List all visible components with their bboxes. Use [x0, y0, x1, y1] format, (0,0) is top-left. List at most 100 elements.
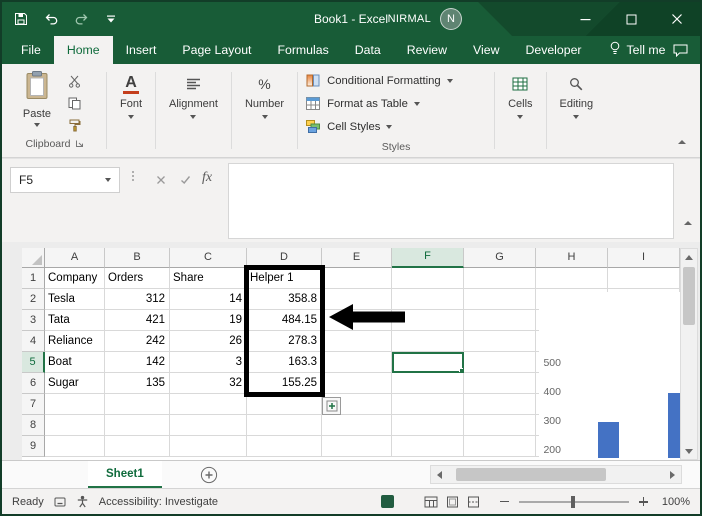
cell-C6[interactable]: 32 [170, 373, 247, 394]
chart-bar[interactable] [668, 393, 680, 458]
accessibility-status[interactable]: Accessibility: Investigate [99, 496, 218, 508]
group-number[interactable]: %Number [234, 64, 295, 157]
cell-G8[interactable] [464, 415, 536, 436]
zoom-slider[interactable] [519, 501, 629, 503]
row-header-1[interactable]: 1 [22, 268, 45, 289]
cell-C3[interactable]: 19 [170, 310, 247, 331]
cell-F8[interactable] [392, 415, 464, 436]
zoom-slider-thumb[interactable] [571, 496, 575, 508]
row-header-5[interactable]: 5 [22, 352, 45, 373]
normal-view-icon[interactable] [424, 496, 438, 508]
row-header-4[interactable]: 4 [22, 331, 45, 352]
cell-D3[interactable]: 484.15 [247, 310, 322, 331]
vertical-scroll-thumb[interactable] [683, 267, 695, 325]
column-header-I[interactable]: I [608, 248, 680, 268]
row-header-9[interactable]: 9 [22, 436, 45, 457]
ribbon-tab-page-layout[interactable]: Page Layout [169, 36, 264, 64]
row-header-7[interactable]: 7 [22, 394, 45, 415]
sheet-tab-sheet1[interactable]: Sheet1 [88, 461, 162, 488]
embedded-chart-fragment[interactable]: 500400300200 [539, 292, 680, 458]
autofill-options-button[interactable] [322, 397, 341, 415]
cell-C4[interactable]: 26 [170, 331, 247, 352]
cell-A9[interactable] [45, 436, 105, 457]
maximize-button[interactable] [608, 2, 654, 36]
paste-button[interactable]: Paste [14, 70, 60, 127]
ribbon-tab-developer[interactable]: Developer [512, 36, 594, 64]
insert-function-button[interactable]: fx [202, 170, 212, 186]
cell-E6[interactable] [322, 373, 392, 394]
cell-B8[interactable] [105, 415, 170, 436]
column-header-B[interactable]: B [105, 248, 170, 268]
ribbon-tab-formulas[interactable]: Formulas [264, 36, 341, 64]
zoom-out-button[interactable] [500, 501, 509, 503]
cell-D2[interactable]: 358.8 [247, 289, 322, 310]
cell-F1[interactable] [392, 268, 464, 289]
avatar[interactable]: N [440, 8, 462, 30]
group-alignment[interactable]: Alignment [158, 64, 229, 157]
cell-B9[interactable] [105, 436, 170, 457]
cell-A1[interactable]: Company [45, 268, 105, 289]
enter-entry-button[interactable] [176, 171, 194, 189]
page-layout-view-icon[interactable] [446, 496, 459, 508]
column-header-C[interactable]: C [170, 248, 247, 268]
cell-F5[interactable] [392, 352, 464, 373]
column-header-F[interactable]: F [392, 248, 464, 268]
cell-C9[interactable] [170, 436, 247, 457]
cell-F6[interactable] [392, 373, 464, 394]
cell-B6[interactable]: 135 [105, 373, 170, 394]
name-box[interactable]: F5 [10, 167, 120, 193]
select-all-button[interactable] [22, 248, 45, 268]
cell-A4[interactable]: Reliance [45, 331, 105, 352]
zoom-in-button[interactable] [639, 497, 648, 506]
chart-bar[interactable] [598, 422, 619, 458]
undo-icon[interactable] [42, 9, 60, 29]
cell-G5[interactable] [464, 352, 536, 373]
scroll-left-button[interactable] [431, 466, 448, 483]
cell-E1[interactable] [322, 268, 392, 289]
ribbon-tab-insert[interactable]: Insert [113, 36, 170, 64]
cell-B3[interactable]: 421 [105, 310, 170, 331]
ribbon-tab-file[interactable]: File [8, 36, 54, 64]
accessibility-icon[interactable] [76, 495, 89, 508]
cell-H1[interactable] [536, 268, 608, 289]
collapse-formula-bar-button[interactable] [684, 212, 692, 230]
row-header-8[interactable]: 8 [22, 415, 45, 436]
cell-C2[interactable]: 14 [170, 289, 247, 310]
horizontal-scroll-thumb[interactable] [456, 468, 606, 481]
cell-G4[interactable] [464, 331, 536, 352]
format-painter-button[interactable] [66, 118, 82, 132]
cell-G6[interactable] [464, 373, 536, 394]
cell-G9[interactable] [464, 436, 536, 457]
column-header-D[interactable]: D [247, 248, 322, 268]
cell-D1[interactable]: Helper 1 [247, 268, 322, 289]
cell-C1[interactable]: Share [170, 268, 247, 289]
column-header-G[interactable]: G [464, 248, 536, 268]
cell-E9[interactable] [322, 436, 392, 457]
cell-F9[interactable] [392, 436, 464, 457]
cell-styles-button[interactable]: Cell Styles [300, 115, 492, 138]
cell-C8[interactable] [170, 415, 247, 436]
clipboard-dialog-launcher-icon[interactable] [75, 135, 84, 153]
cell-A3[interactable]: Tata [45, 310, 105, 331]
tell-me-button[interactable]: Tell me [609, 36, 666, 64]
cell-D9[interactable] [247, 436, 322, 457]
cell-B1[interactable]: Orders [105, 268, 170, 289]
add-sheet-button[interactable] [200, 461, 218, 488]
cell-G7[interactable] [464, 394, 536, 415]
cell-B4[interactable]: 242 [105, 331, 170, 352]
column-header-A[interactable]: A [45, 248, 105, 268]
group-font[interactable]: AFont [109, 64, 153, 157]
save-icon[interactable] [12, 9, 30, 29]
comment-icon[interactable] [673, 36, 688, 64]
cell-F7[interactable] [392, 394, 464, 415]
minimize-button[interactable] [562, 2, 608, 36]
cell-E5[interactable] [322, 352, 392, 373]
row-header-6[interactable]: 6 [22, 373, 45, 394]
group-cells[interactable]: Cells [497, 64, 543, 157]
cell-A7[interactable] [45, 394, 105, 415]
customize-quick-access-icon[interactable] [102, 9, 120, 29]
cancel-entry-button[interactable] [152, 171, 170, 189]
status-mode[interactable]: Ready [12, 496, 44, 508]
group-editing[interactable]: Editing [549, 64, 605, 157]
ribbon-tab-data[interactable]: Data [342, 36, 394, 64]
